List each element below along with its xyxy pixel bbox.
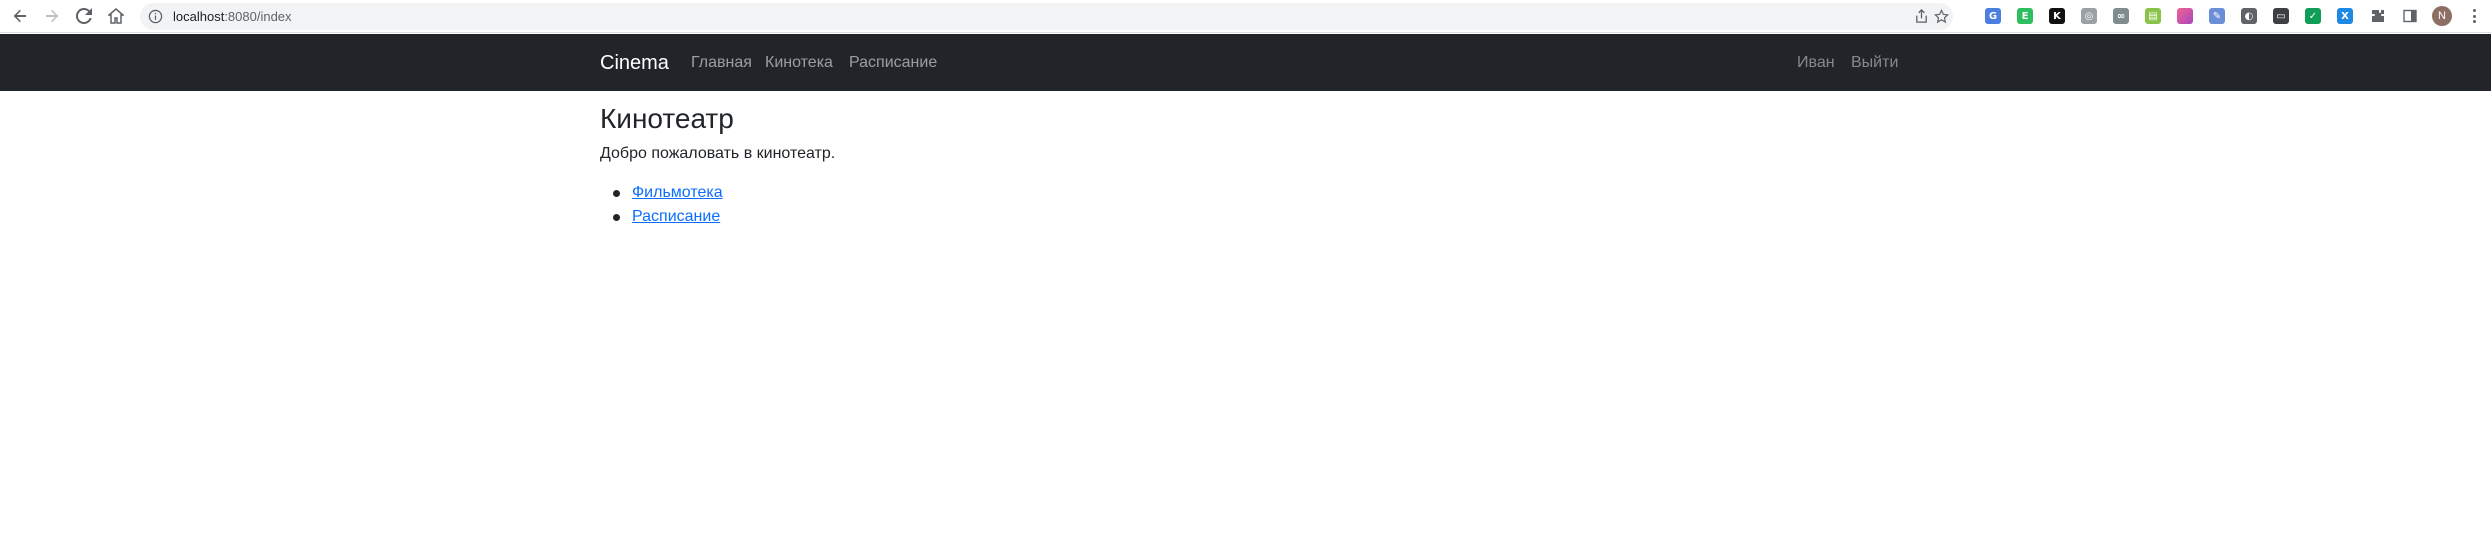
link-extension-icon[interactable]: ∞: [2113, 8, 2129, 24]
list-item: Фильмотека: [613, 181, 723, 205]
gradient-extension-icon[interactable]: [2177, 8, 2193, 24]
k-extension-icon[interactable]: K: [2049, 8, 2065, 24]
side-panel-icon[interactable]: [2399, 5, 2421, 27]
site-navbar: Cinema Главная Кинотека Расписание Иван …: [0, 34, 2491, 91]
main-links-list: Фильмотека Расписание: [600, 181, 723, 229]
url-host: localhost: [173, 9, 225, 24]
browser-menu-icon[interactable]: [2470, 7, 2478, 25]
circle-extension-icon[interactable]: ◎: [2081, 8, 2097, 24]
browser-toolbar: localhost:8080/index G E K ◎ ∞ ▤ ✎ ◐ ▭ ✓ X N: [0, 0, 2491, 33]
info-icon[interactable]: [148, 9, 163, 24]
sheet-extension-icon[interactable]: ▤: [2145, 8, 2161, 24]
back-button[interactable]: [9, 5, 31, 27]
url-text: localhost:8080/index: [173, 9, 292, 24]
bookmark-star-icon[interactable]: [1933, 8, 1950, 25]
reload-button[interactable]: [73, 5, 95, 27]
share-icon[interactable]: [1913, 8, 1930, 25]
feather-extension-icon[interactable]: ✎: [2209, 8, 2225, 24]
arrow-right-icon: [46, 9, 59, 23]
nav-link-cinematheque[interactable]: Кинотека: [765, 53, 833, 73]
speaker-extension-icon[interactable]: ◐: [2241, 8, 2257, 24]
nav-link-home[interactable]: Главная: [691, 53, 752, 73]
address-bar[interactable]: localhost:8080/index: [140, 3, 1953, 30]
brand-link[interactable]: Cinema: [600, 51, 669, 75]
home-icon: [108, 8, 124, 24]
screen-extension-icon[interactable]: ▭: [2273, 8, 2289, 24]
shield-extension-icon[interactable]: ✓: [2305, 8, 2321, 24]
forward-button[interactable]: [41, 5, 63, 27]
evernote-extension-icon[interactable]: E: [2017, 8, 2033, 24]
translate-extension-icon[interactable]: G: [1985, 8, 2001, 24]
home-button[interactable]: [105, 5, 127, 27]
bullet-icon: [613, 214, 620, 221]
profile-avatar[interactable]: N: [2432, 6, 2452, 26]
list-item: Расписание: [613, 205, 723, 229]
film-library-link[interactable]: Фильмотека: [632, 184, 723, 201]
nav-link-schedule[interactable]: Расписание: [849, 53, 937, 73]
welcome-text: Добро пожаловать в кинотеатр.: [600, 145, 836, 162]
x-extension-icon[interactable]: X: [2337, 8, 2353, 24]
arrow-left-icon: [13, 9, 26, 23]
extensions-puzzle-icon[interactable]: [2367, 5, 2389, 27]
url-path: :8080/index: [224, 9, 292, 24]
bullet-icon: [613, 190, 620, 197]
user-name-link[interactable]: Иван: [1797, 53, 1835, 73]
page-title: Кинотеатр: [600, 103, 734, 134]
schedule-link[interactable]: Расписание: [632, 208, 720, 225]
logout-link[interactable]: Выйти: [1851, 53, 1898, 73]
reload-icon: [76, 8, 92, 24]
